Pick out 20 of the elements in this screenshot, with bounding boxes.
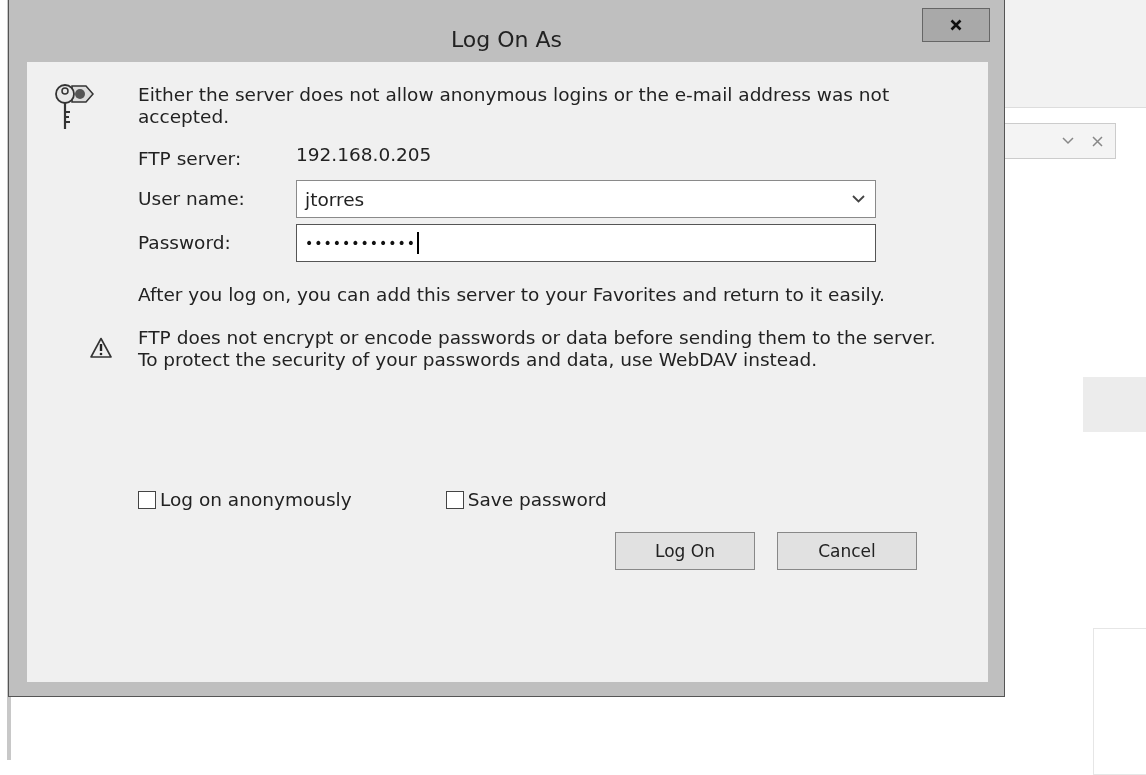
window-title: Log On As [450,26,563,52]
warning-icon [90,337,112,359]
info-text: After you log on, you can add this server to your Favorites and return to it easily. [138,284,886,305]
password-field[interactable]: •••••••••••• [296,224,876,262]
dialog-button[interactable]: Log On [615,532,755,570]
warning-text: FTP does not encrypt or encode passwords or data before sending them to the server. To protect the security of your passwords and data, use WebDAV instead. [138,327,937,371]
close-icon[interactable] [1092,135,1103,147]
user-name-label: User name: [138,188,246,210]
close-icon [950,19,962,31]
checkbox[interactable]: Log on anonymously [138,489,352,510]
close-button[interactable] [922,8,990,42]
checkbox[interactable]: Save password [445,489,607,510]
dialog-button[interactable]: Cancel [777,532,917,570]
dropdown-icon [852,195,865,203]
server-label: FTP server: [138,148,243,170]
user-name-field[interactable]: jtorres [296,180,876,218]
password-label: Password: [138,232,232,254]
error-message: Either the server does not allow anonymous logins or the e-mail address was not accepted. [138,84,891,128]
dropdown-icon[interactable] [1062,137,1074,145]
server-address: 192.168.0.205 [296,144,433,166]
